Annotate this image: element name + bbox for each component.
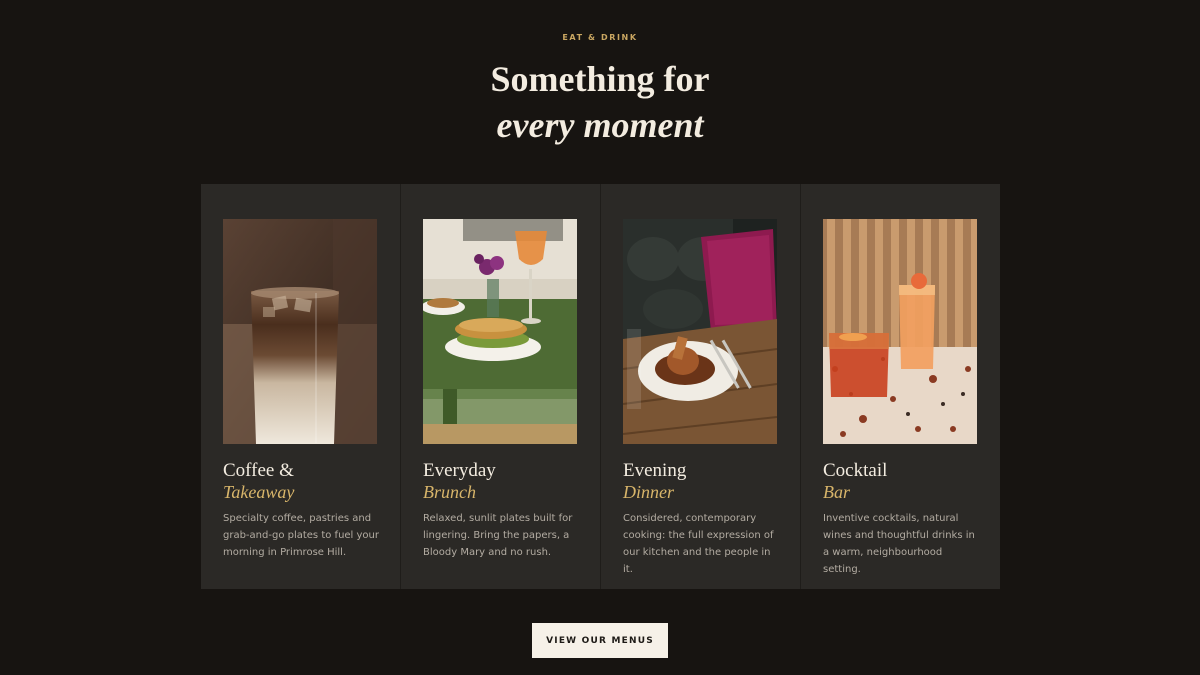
card-title: Coffee & bbox=[223, 460, 294, 481]
card-title: Evening bbox=[623, 460, 687, 481]
brunch-sandwich-photo bbox=[423, 219, 577, 444]
iced-latte-photo bbox=[223, 219, 377, 444]
card-brunch[interactable]: Everyday Brunch Relaxed, sunlit plates b… bbox=[401, 184, 601, 589]
cocktails-photo bbox=[823, 219, 977, 444]
menu-cards: Coffee & Takeaway Specialty coffee, past… bbox=[201, 184, 1000, 589]
cocktails-image bbox=[823, 219, 977, 444]
card-description: Relaxed, sunlit plates built for lingeri… bbox=[423, 513, 573, 558]
card-subtitle: Takeaway bbox=[223, 482, 295, 502]
section-eyebrow: EAT & DRINK bbox=[562, 33, 638, 42]
card-description: Specialty coffee, pastries and grab-and-… bbox=[223, 513, 379, 558]
dinner-plate-photo bbox=[623, 219, 777, 444]
card-title: Everyday bbox=[423, 460, 496, 481]
dinner-image bbox=[623, 219, 777, 444]
iced-latte-image bbox=[223, 219, 377, 444]
eat-drink-section: EAT & DRINK Something for every moment C… bbox=[0, 0, 1200, 675]
heading-line-2: every moment bbox=[496, 105, 704, 145]
card-description: Inventive cocktails, natural wines and t… bbox=[823, 513, 975, 575]
heading-line-1: Something for bbox=[490, 59, 710, 99]
view-menus-button[interactable]: VIEW OUR MENUS bbox=[532, 623, 668, 658]
card-subtitle: Bar bbox=[823, 482, 850, 502]
card-dinner[interactable]: Evening Dinner Considered, contemporary … bbox=[601, 184, 801, 589]
card-title: Cocktail bbox=[823, 460, 888, 481]
card-cocktail[interactable]: Cocktail Bar Inventive cocktails, natura… bbox=[801, 184, 1000, 589]
card-subtitle: Dinner bbox=[623, 482, 674, 502]
card-subtitle: Brunch bbox=[423, 482, 476, 502]
card-description: Considered, contemporary cooking: the fu… bbox=[623, 513, 774, 575]
brunch-image bbox=[423, 219, 577, 444]
section-heading: Something for every moment bbox=[0, 56, 1200, 148]
card-coffee[interactable]: Coffee & Takeaway Specialty coffee, past… bbox=[201, 184, 401, 589]
